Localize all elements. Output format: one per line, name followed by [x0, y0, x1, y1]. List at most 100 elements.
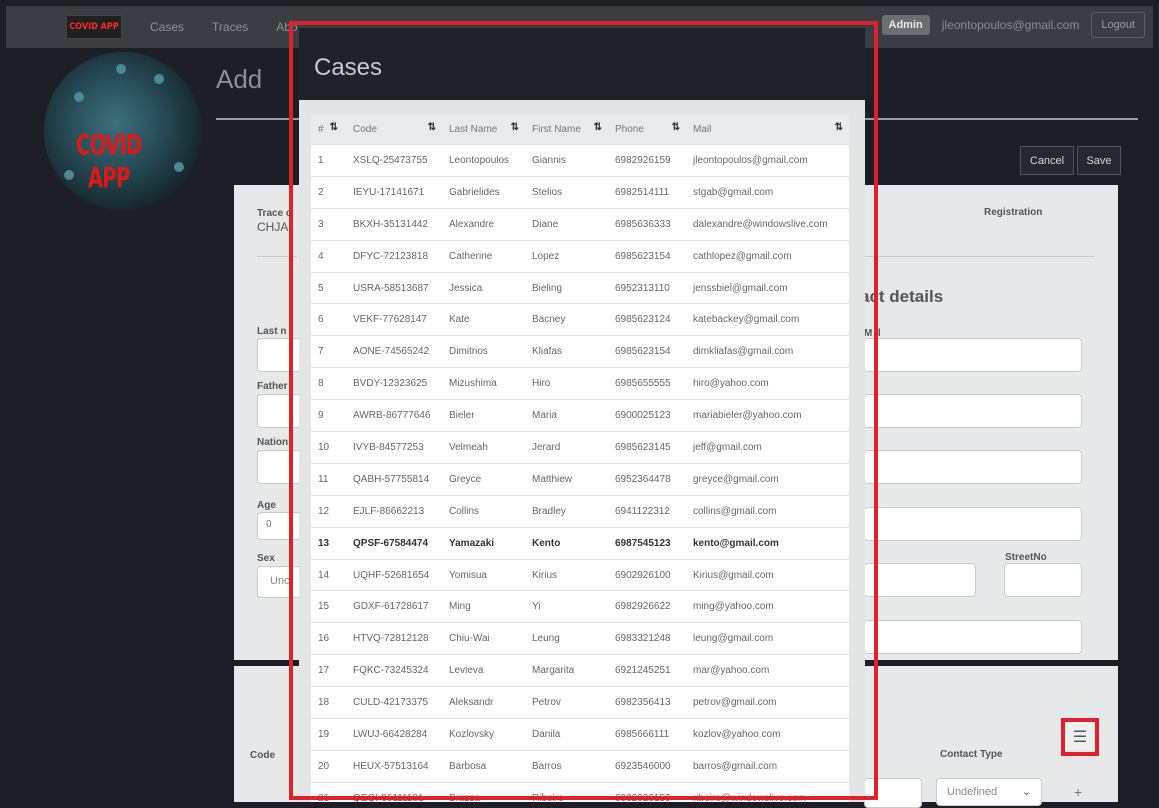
table-row[interactable]: 9 AWRB-86777646 Bieler Maria 6900025123 maria… [311, 399, 849, 432]
sex-value: Unc [270, 575, 290, 587]
table-row[interactable]: 4 DFYC-72123818 Catherine Lopez 6985623154 ca… [311, 239, 849, 273]
table-row[interactable]: 8 BVDY-12323625 Mizushima Hiro 6985655555 hir… [311, 367, 849, 400]
sort-icon[interactable]: ⇅ [330, 122, 338, 133]
trace-code-value: CHJA [257, 220, 289, 234]
sort-icon[interactable]: ⇅ [672, 122, 680, 133]
cell-index: 3 [311, 207, 346, 241]
table-row[interactable]: 10 IVYB-84577253 Velmeah Jerard 6985623145 je… [311, 431, 849, 464]
table-row[interactable]: 2 IEYU-17141671 Gabrielides Stelios 69825141… [311, 175, 849, 209]
table-row[interactable]: 5 USRA-58513687 Jessica Bieling 6952313110 je… [311, 271, 849, 304]
table-row[interactable]: 11 QABH-57755814 Greyce Matthiew 6952364478 g… [311, 462, 849, 496]
cell-mail: jeff@gmail.com [686, 431, 849, 464]
cell-code: QEQI-86111181 [346, 781, 442, 802]
contact-input-4[interactable] [864, 507, 1082, 541]
table-row[interactable]: 7 AONE-74565242 Dimitrios Kliafas 6985623154… [311, 335, 849, 368]
column-header-phone[interactable]: Phone ⇅ [608, 114, 686, 145]
column-header-code[interactable]: Code ⇅ [346, 114, 442, 145]
cell-mail: jenssbiel@gmail.com [686, 271, 849, 304]
cell-phone: 6921245251 [608, 654, 686, 687]
streetno-input[interactable] [1004, 563, 1082, 597]
cell-last-name: Brazza [442, 781, 525, 802]
contact-code-input[interactable] [864, 778, 922, 808]
cell-phone: 6902926100 [608, 558, 686, 591]
cell-last-name: Barbosa [442, 749, 525, 783]
contact-input-3[interactable] [864, 450, 1082, 484]
cell-index: 6 [311, 303, 346, 336]
table-row[interactable]: 18 CULD-42173375 Aleksandr Petrov 6982356413… [311, 686, 849, 719]
cell-phone: 6985623145 [608, 431, 686, 464]
table-row[interactable]: 19 LWUJ-66428284 Kozlovsky Danila 6985666111… [311, 718, 849, 751]
contact-input-6[interactable] [864, 620, 1082, 654]
age-label: Age [257, 500, 276, 511]
sex-select[interactable]: Unc [257, 566, 301, 598]
cell-mail: dalexandre@windowslive.com [686, 207, 849, 241]
nav-link-traces[interactable]: Traces [212, 20, 248, 34]
nav-link-about[interactable]: Abo [276, 20, 297, 34]
mail-input[interactable] [864, 338, 1082, 372]
cell-phone: 6985623154 [608, 335, 686, 368]
cell-index: 9 [311, 399, 346, 432]
cell-last-name: Catherine [442, 239, 525, 273]
cell-code: GDXF-61728617 [346, 590, 442, 623]
table-row[interactable]: 3 BKXH-35131442 Alexandre Diane 6985636333 da… [311, 207, 849, 241]
table-row[interactable]: 1 XSLQ-25473755 Leontopoulos Giannis 6982926… [311, 144, 849, 177]
table-row[interactable]: 17 FQKC-73245324 Levieva Margarita 692124525… [311, 654, 849, 687]
sort-icon[interactable]: ⇅ [594, 122, 602, 133]
cell-index: 10 [311, 431, 346, 464]
sort-icon[interactable]: ⇅ [835, 122, 843, 133]
cell-phone: 6985623154 [608, 239, 686, 273]
cell-first-name: Stelios [525, 175, 608, 209]
table-row[interactable]: 15 GDXF-61728617 Ming Yi 6982926622 ming@yaho… [311, 590, 849, 623]
table-row[interactable]: 6 VEKF-77628147 Kate Bacney 6985623124 kateba… [311, 303, 849, 336]
contact-type-value: Undefined [947, 786, 998, 798]
column-header-last-name[interactable]: Last Name ⇅ [442, 114, 525, 145]
table-body: 1 XSLQ-25473755 Leontopoulos Giannis 6982926… [311, 144, 849, 802]
cell-phone: 6985655555 [608, 367, 686, 400]
table-row[interactable]: 20 HEUX-57513164 Barbosa Barros 6923546000 ba… [311, 749, 849, 783]
age-input[interactable]: 0 [257, 512, 301, 540]
save-button[interactable]: Save [1077, 146, 1121, 175]
cancel-button[interactable]: Cancel [1020, 146, 1074, 175]
cell-code: HTVQ-72812128 [346, 622, 442, 655]
table-row[interactable]: 14 UQHF-52681654 Yomisua Kirius 6902926100 Ki… [311, 558, 849, 591]
nav-link-cases[interactable]: Cases [150, 20, 184, 34]
cell-mail: katebackey@gmail.com [686, 303, 849, 336]
cell-index: 14 [311, 558, 346, 591]
cell-phone: 6952313110 [608, 271, 686, 304]
father-name-input[interactable] [257, 394, 301, 428]
cell-mail: ribeiro@windowslive.com [686, 781, 849, 802]
cell-code: XSLQ-25473755 [346, 144, 442, 177]
last-name-input[interactable] [257, 338, 301, 372]
sort-icon[interactable]: ⇅ [428, 122, 436, 133]
table-row[interactable]: 21 QEQI-86111181 Brazza Ribeiro 6982926159 ri… [311, 781, 849, 802]
sort-icon[interactable]: ⇅ [511, 122, 519, 133]
cases-table: # ⇅ Code ⇅ Last Name ⇅ First Name ⇅ Phone ⇅ Mail ⇅ … [311, 114, 849, 802]
column-header-first-name[interactable]: First Name ⇅ [525, 114, 608, 145]
nationality-input[interactable] [257, 450, 301, 484]
cell-last-name: Alexandre [442, 207, 525, 241]
add-contact-icon[interactable]: + [1074, 784, 1082, 800]
cell-first-name: Barros [525, 749, 608, 783]
column-header-label: Mail [693, 123, 712, 135]
contact-input-2[interactable] [864, 394, 1082, 428]
cell-code: LWUJ-66428284 [346, 718, 442, 751]
admin-badge: Admin [881, 15, 930, 35]
column-header-[interactable]: # ⇅ [311, 114, 346, 145]
sex-label: Sex [257, 553, 275, 564]
cell-last-name: Kate [442, 303, 525, 336]
list-icon: ☰ [1072, 729, 1088, 746]
column-header-mail[interactable]: Mail ⇅ [686, 114, 849, 145]
cases-table-wrapper: # ⇅ Code ⇅ Last Name ⇅ First Name ⇅ Phone ⇅ Mail ⇅ … [311, 114, 849, 802]
cell-code: BVDY-12323625 [346, 367, 442, 400]
table-row[interactable]: 16 HTVQ-72812128 Chiu-Wai Leung 6983321248 le… [311, 622, 849, 655]
table-row[interactable]: 13 QPSF-67584474 Yamazaki Kento 6987545123 ke… [311, 526, 849, 560]
cell-mail: mariabieler@yahoo.com [686, 399, 849, 432]
street-input[interactable] [864, 563, 976, 597]
logout-button[interactable]: Logout [1091, 12, 1145, 38]
table-row[interactable]: 12 EJLF-86662213 Collins Bradley 6941122312 c… [311, 494, 849, 528]
cell-index: 5 [311, 271, 346, 304]
covid-logo: COVID APP [44, 52, 202, 210]
cases-list-button[interactable]: ☰ [1061, 718, 1099, 756]
cell-code: QPSF-67584474 [346, 526, 442, 560]
brand-logo[interactable]: COVID APP [66, 15, 122, 39]
